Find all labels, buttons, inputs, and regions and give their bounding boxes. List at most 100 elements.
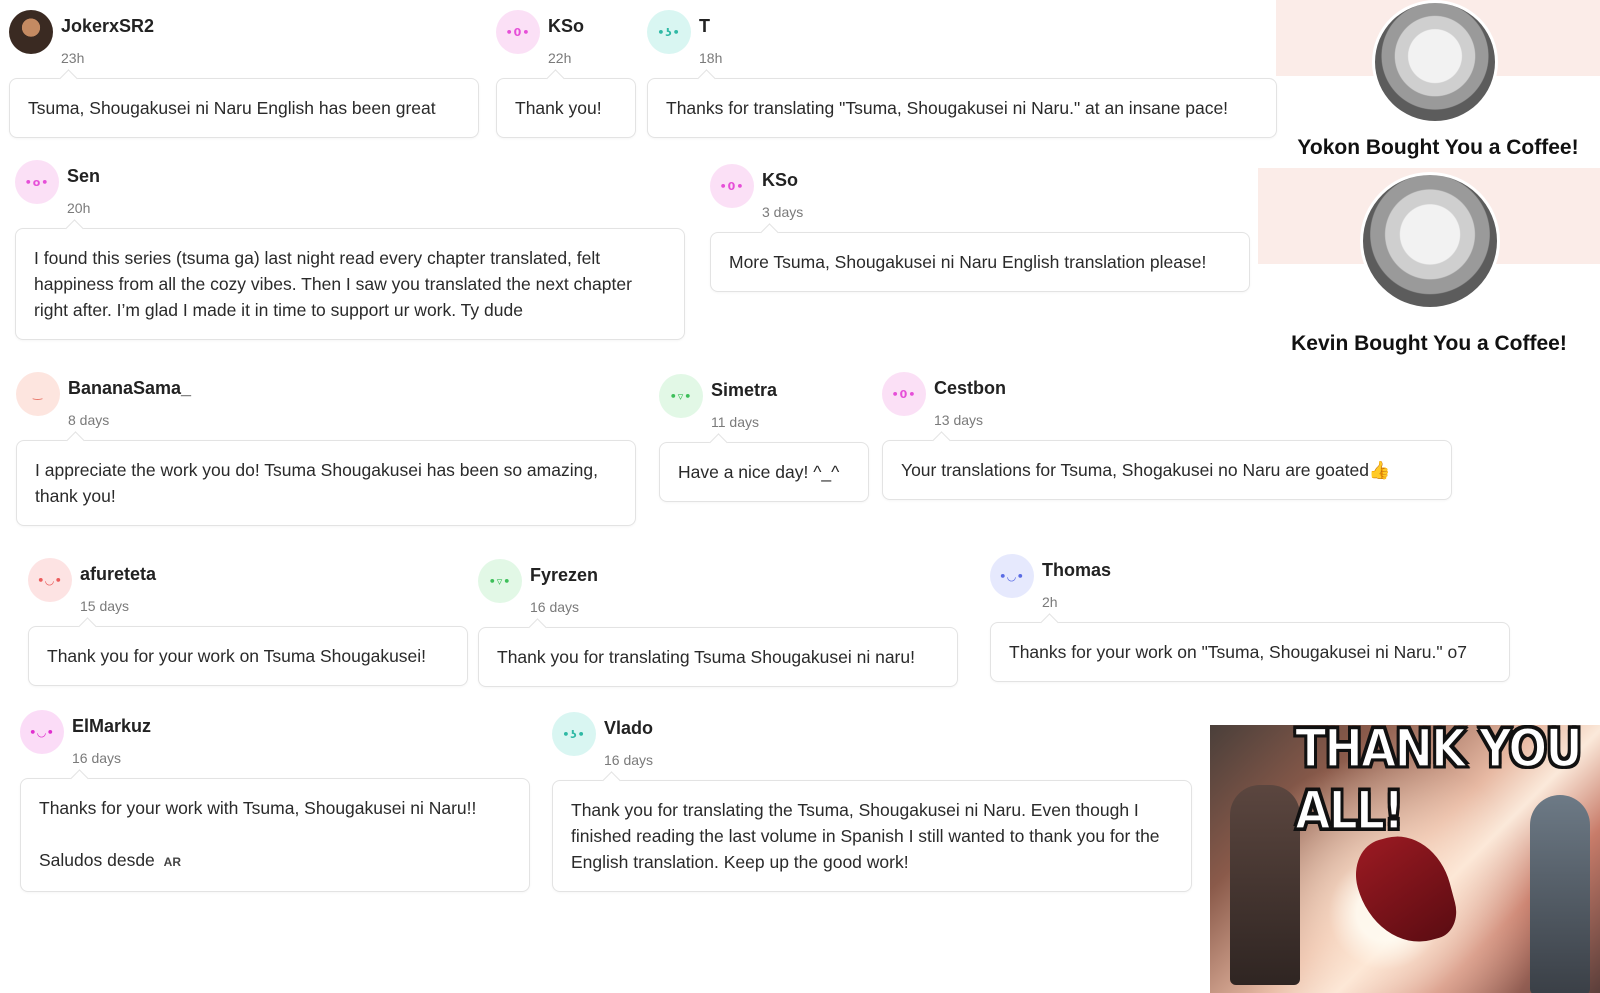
comment-bubble: Thanks for your work with Tsuma, Shougak…: [20, 778, 530, 892]
avatar-face-icon[interactable]: •◡•: [28, 558, 72, 602]
avatar-face-icon[interactable]: ‿: [16, 372, 60, 416]
coffee-title: Yokon Bought You a Coffee!: [1297, 136, 1579, 159]
comment-fyrezen: •▿• Fyrezen 16 days Thank you for transl…: [478, 559, 958, 687]
username[interactable]: JokerxSR2: [61, 16, 154, 37]
username[interactable]: ElMarkuz: [72, 716, 151, 737]
timestamp: 16 days: [72, 750, 122, 766]
timestamp: 23h: [61, 50, 85, 66]
timestamp: 13 days: [934, 412, 984, 428]
comment-cestbon: •0• Cestbon 13 days Your translations fo…: [882, 372, 1452, 500]
username[interactable]: KSo: [548, 16, 584, 37]
avatar[interactable]: [9, 10, 53, 54]
comment-kso: •0• KSo 22h Thank you!: [496, 10, 636, 138]
comment-bubble: Tsuma, Shougakusei ni Naru English has b…: [9, 78, 479, 138]
comment-header: •◡• ElMarkuz 16 days: [20, 710, 530, 778]
comment-vlado: •ʖ• Vlado 16 days Thank you for translat…: [552, 712, 1192, 892]
comment-text: I found this series (tsuma ga) last nigh…: [34, 248, 632, 320]
timestamp: 3 days: [762, 204, 804, 220]
avatar-face-icon[interactable]: •▿•: [659, 374, 703, 418]
comment-t: •ʖ• T 18h Thanks for translating "Tsuma,…: [647, 10, 1277, 138]
greeting-text: Saludos desde: [39, 850, 155, 870]
supporter-avatar: [1360, 172, 1500, 310]
username[interactable]: Simetra: [711, 380, 777, 401]
comment-bubble: Thank you for your work on Tsuma Shougak…: [28, 626, 468, 686]
comment-header: •0• Cestbon 13 days: [882, 372, 1452, 440]
comment-simetra: •▿• Simetra 11 days Have a nice day! ^_^: [659, 374, 869, 502]
timestamp: 22h: [548, 50, 572, 66]
flag-icon: AR: [163, 855, 182, 869]
avatar-face-icon[interactable]: •0•: [710, 164, 754, 208]
comment-bubble: Have a nice day! ^_^: [659, 442, 869, 502]
username[interactable]: KSo: [762, 170, 798, 191]
timestamp: 20h: [67, 200, 91, 216]
comment-header: •o• Sen 20h: [15, 160, 685, 228]
comment-header: •▿• Fyrezen 16 days: [478, 559, 958, 627]
comment-thomas: •◡• Thomas 2h Thanks for your work on "T…: [990, 554, 1510, 682]
comment-header: •0• KSo 22h: [496, 10, 636, 78]
avatar-face-icon[interactable]: •o•: [15, 160, 59, 204]
comment-bubble: I appreciate the work you do! Tsuma Shou…: [16, 440, 636, 526]
username[interactable]: BananaSama_: [68, 378, 191, 399]
comment-text: Thanks for translating "Tsuma, Shougakus…: [666, 98, 1229, 118]
comment-text: Have a nice day! ^_^: [678, 462, 840, 482]
username[interactable]: afureteta: [80, 564, 156, 585]
username[interactable]: Thomas: [1042, 560, 1111, 581]
comment-bubble: More Tsuma, Shougakusei ni Naru English …: [710, 232, 1250, 292]
comment-header: •◡• Thomas 2h: [990, 554, 1510, 622]
thank-you-caption: THANK YOU ALL!: [1294, 725, 1584, 842]
username[interactable]: T: [699, 16, 710, 37]
username[interactable]: Sen: [67, 166, 100, 187]
comment-text: Thank you for translating the Tsuma, Sho…: [571, 800, 1160, 872]
avatar-face-icon[interactable]: •ʖ•: [647, 10, 691, 54]
comment-header: JokerxSR2 23h: [9, 10, 479, 78]
comment-text-line2: Saludos desde AR: [39, 847, 511, 875]
avatar-face-icon[interactable]: •ʖ•: [552, 712, 596, 756]
comment-header: •ʖ• Vlado 16 days: [552, 712, 1192, 780]
comment-jokerxsr2: JokerxSR2 23h Tsuma, Shougakusei ni Naru…: [9, 10, 479, 138]
comment-bubble: Your translations for Tsuma, Shogakusei …: [882, 440, 1452, 500]
comment-elmarkuz: •◡• ElMarkuz 16 days Thanks for your wor…: [20, 710, 530, 892]
comment-text: Thank you for translating Tsuma Shougaku…: [497, 647, 915, 667]
avatar-face-icon[interactable]: •▿•: [478, 559, 522, 603]
coffee-title: Kevin Bought You a Coffee!: [1291, 332, 1567, 355]
comment-text: I appreciate the work you do! Tsuma Shou…: [35, 460, 598, 506]
comment-text: Your translations for Tsuma, Shogakusei …: [901, 460, 1391, 480]
comment-kso-2: •0• KSo 3 days More Tsuma, Shougakusei n…: [710, 164, 1250, 292]
avatar-face-icon[interactable]: •0•: [496, 10, 540, 54]
comment-sen: •o• Sen 20h I found this series (tsuma g…: [15, 160, 685, 340]
comment-text: Thanks for your work on "Tsuma, Shougaku…: [1009, 642, 1467, 662]
comment-bananasama: ‿ BananaSama_ 8 days I appreciate the wo…: [16, 372, 636, 526]
timestamp: 8 days: [68, 412, 110, 428]
comment-afureteta: •◡• afureteta 15 days Thank you for your…: [28, 558, 468, 686]
comment-bubble: Thank you for translating the Tsuma, Sho…: [552, 780, 1192, 892]
comment-bubble: Thank you!: [496, 78, 636, 138]
avatar-face-icon[interactable]: •0•: [882, 372, 926, 416]
comment-header: •0• KSo 3 days: [710, 164, 1250, 232]
timestamp: 16 days: [604, 752, 654, 768]
comment-bubble: Thank you for translating Tsuma Shougaku…: [478, 627, 958, 687]
username[interactable]: Fyrezen: [530, 565, 598, 586]
avatar-face-icon[interactable]: •◡•: [990, 554, 1034, 598]
comment-header: •▿• Simetra 11 days: [659, 374, 869, 442]
figure-left: [1230, 785, 1300, 985]
comment-text: More Tsuma, Shougakusei ni Naru English …: [729, 252, 1207, 272]
avatar-face-icon[interactable]: •◡•: [20, 710, 64, 754]
coffee-card-kevin: Kevin Bought You a Coffee!: [1258, 168, 1600, 368]
supporter-avatar: [1372, 0, 1498, 124]
comment-bubble: Thanks for translating "Tsuma, Shougakus…: [647, 78, 1277, 138]
coffee-card-yokon: Yokon Bought You a Coffee!: [1276, 0, 1600, 165]
comment-header: •ʖ• T 18h: [647, 10, 1277, 78]
timestamp: 18h: [699, 50, 723, 66]
username[interactable]: Vlado: [604, 718, 653, 739]
timestamp: 16 days: [530, 599, 580, 615]
comment-text: Thank you for your work on Tsuma Shougak…: [47, 646, 427, 666]
comment-bubble: I found this series (tsuma ga) last nigh…: [15, 228, 685, 340]
comment-text: Tsuma, Shougakusei ni Naru English has b…: [28, 98, 436, 118]
comment-text: Thanks for your work with Tsuma, Shougak…: [39, 798, 477, 818]
comment-bubble: Thanks for your work on "Tsuma, Shougaku…: [990, 622, 1510, 682]
username[interactable]: Cestbon: [934, 378, 1006, 399]
comment-text: Thank you!: [515, 98, 602, 118]
timestamp: 15 days: [80, 598, 130, 614]
comment-header: ‿ BananaSama_ 8 days: [16, 372, 636, 440]
timestamp: 2h: [1042, 594, 1058, 610]
